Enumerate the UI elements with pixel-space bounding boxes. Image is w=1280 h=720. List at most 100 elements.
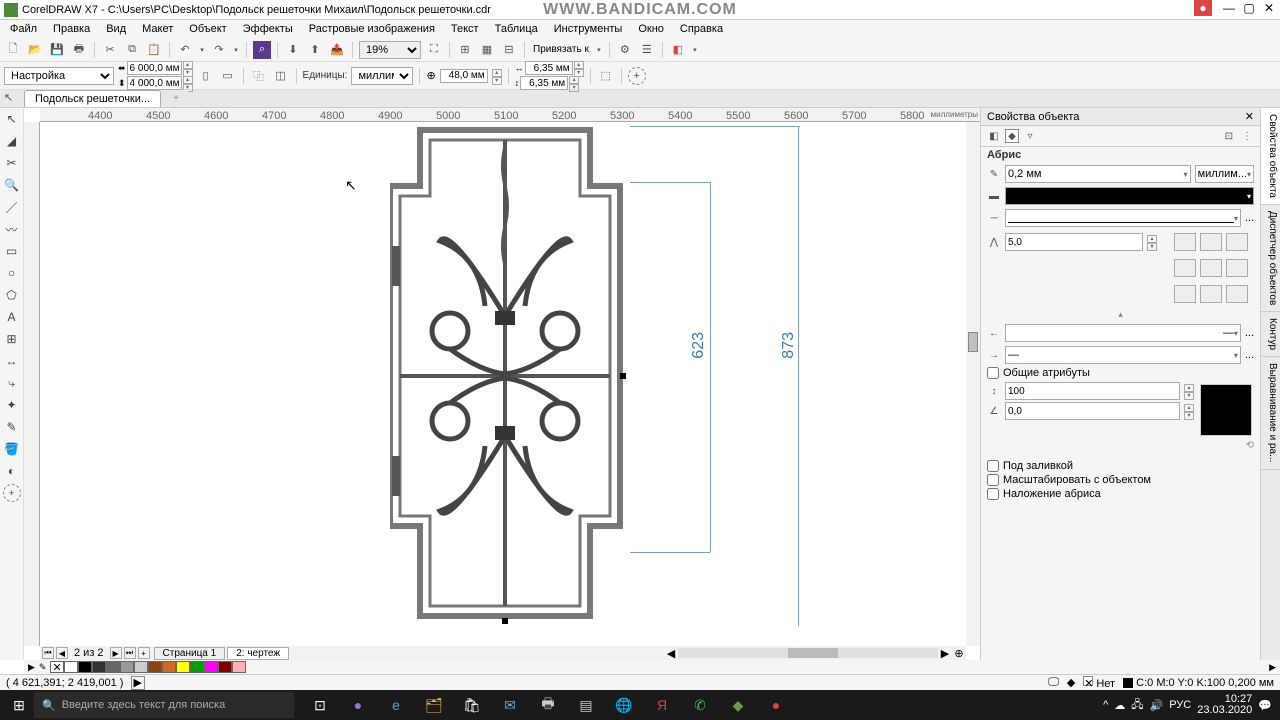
app-purple-icon[interactable]: ● — [340, 692, 376, 718]
tray-net-icon[interactable]: 🖧 — [1131, 696, 1143, 715]
palette-swatch[interactable] — [162, 661, 176, 673]
fill-tab-icon[interactable]: ◧ — [987, 129, 1001, 143]
minimize-button[interactable]: — — [1220, 0, 1238, 16]
canvas[interactable]: ↖ — [40, 122, 966, 646]
panel-close-icon[interactable]: ✕ — [1245, 110, 1254, 123]
effects-tool-icon[interactable]: ✦ — [3, 396, 21, 414]
hscroll-right-icon[interactable]: ▶ — [938, 647, 952, 660]
crop-tool-icon[interactable]: ✂ — [3, 154, 21, 172]
all-pages-icon[interactable]: ⿻ — [250, 67, 268, 85]
palette-swatch[interactable] — [218, 661, 232, 673]
reader-icon[interactable]: ▤ — [568, 692, 604, 718]
page-tab-1[interactable]: Страница 1 — [154, 647, 226, 660]
table-tool-icon[interactable]: ⊞ — [3, 330, 21, 348]
tray-up-icon[interactable]: ^ — [1103, 699, 1108, 711]
new-icon[interactable]: 🗋 — [4, 41, 22, 59]
chrome-icon[interactable]: 🌐 — [606, 692, 642, 718]
corner-2[interactable] — [1200, 233, 1222, 251]
shared-attr-check[interactable] — [987, 367, 999, 379]
palette-swatch[interactable] — [92, 661, 106, 673]
arrow-start[interactable]: —▾ — [1005, 324, 1241, 342]
stretch-value[interactable] — [1005, 382, 1180, 400]
menu-window[interactable]: Окно — [632, 23, 670, 35]
menu-help[interactable]: Справка — [674, 23, 729, 35]
palette-swatch[interactable] — [204, 661, 218, 673]
freehand-tool-icon[interactable]: ／ — [3, 198, 21, 216]
outline-color[interactable]: ▾ — [1005, 187, 1254, 205]
rulers-icon[interactable]: ⊞ — [456, 41, 474, 59]
outline-unit[interactable]: миллим...▾ — [1195, 165, 1254, 183]
guides-icon[interactable]: ⊟ — [500, 41, 518, 59]
vertical-scrollbar[interactable] — [966, 122, 980, 646]
reset-nib-icon[interactable]: ⟲ — [981, 440, 1260, 451]
publish-icon[interactable]: 📤 — [328, 41, 346, 59]
cut-icon[interactable]: ✂ — [101, 41, 119, 59]
outline-style-more[interactable]: ... — [1245, 212, 1254, 224]
explorer-icon[interactable]: 🗂 — [416, 692, 452, 718]
nudge-value[interactable] — [440, 69, 488, 83]
tray-notif-icon[interactable]: 💬 — [1258, 699, 1272, 712]
palette-swatch[interactable] — [120, 661, 134, 673]
angle-value[interactable] — [1005, 402, 1180, 420]
palette-right-icon[interactable]: ▶ — [1269, 662, 1276, 673]
corner-1[interactable] — [1174, 233, 1196, 251]
pos-2[interactable] — [1200, 285, 1222, 303]
connector-tool-icon[interactable]: ⤷ — [3, 374, 21, 392]
dimension-tool-icon[interactable]: ↔ — [3, 352, 21, 370]
scale-with-check[interactable] — [987, 474, 999, 486]
no-color-swatch[interactable]: ✕ — [50, 661, 64, 673]
yandex-icon[interactable]: Я — [644, 692, 680, 718]
text-tool-icon[interactable]: A — [3, 308, 21, 326]
redo-icon[interactable]: ↷ — [210, 41, 228, 59]
outline-tab-icon[interactable]: ◆ — [1005, 129, 1019, 143]
page-height[interactable] — [127, 76, 182, 90]
status-icon-2[interactable]: ◆ — [1067, 676, 1075, 689]
paste-icon[interactable]: 📋 — [145, 41, 163, 59]
miter-limit[interactable] — [1005, 233, 1143, 251]
palette-swatch[interactable] — [64, 661, 78, 673]
eyedropper-tool-icon[interactable]: ✎ — [3, 418, 21, 436]
corner-3[interactable] — [1226, 233, 1248, 251]
close-button[interactable]: ✕ — [1260, 0, 1278, 16]
quick-customize-icon[interactable]: + — [628, 67, 646, 85]
horizontal-ruler[interactable]: 4400450046004700480049005000510052005300… — [40, 108, 980, 122]
app-dd-icon[interactable]: ▾ — [691, 41, 699, 59]
docker-tab-objmgr[interactable]: Диспетчер объектов — [1261, 205, 1280, 312]
zoom-level[interactable]: 19% — [359, 41, 421, 59]
quick-custom-icon[interactable]: + — [3, 484, 21, 502]
search-icon[interactable]: ⌕ — [253, 41, 271, 59]
page-preset[interactable]: Настройка — [4, 67, 114, 85]
add-document-tab[interactable]: + — [163, 90, 189, 107]
app-launcher-icon[interactable]: ◧ — [669, 41, 687, 59]
menu-object[interactable]: Объект — [183, 23, 232, 35]
palette-swatch[interactable] — [190, 661, 204, 673]
options-icon[interactable]: ⚙ — [616, 41, 634, 59]
transparency-tab-icon[interactable]: ▿ — [1023, 129, 1037, 143]
tray-clock[interactable]: 10:2723.03.2020 — [1197, 694, 1252, 716]
palette-pick-icon[interactable]: ✎ — [39, 662, 47, 673]
export-icon[interactable]: ⬆ — [306, 41, 324, 59]
snap-label[interactable]: Привязать к — [531, 44, 591, 55]
panel-menu-icon[interactable]: ⊡ — [1222, 129, 1236, 143]
palette-swatch[interactable] — [134, 661, 148, 673]
outline-tool-icon[interactable]: ◐ — [3, 462, 21, 480]
record-icon[interactable]: ● — [758, 692, 794, 718]
edge-icon[interactable]: e — [378, 692, 414, 718]
store-icon[interactable]: 🛍 — [454, 692, 490, 718]
outline-width[interactable]: 0,2 мм▾ — [1005, 165, 1191, 183]
pick-tool-icon[interactable]: ↖ — [3, 110, 21, 128]
page-first-icon[interactable]: ⏮ — [42, 647, 54, 659]
taskbar-search[interactable]: 🔍Введите здесь текст для поиска — [34, 692, 294, 718]
fullscreen-icon[interactable]: ⛶ — [425, 41, 443, 59]
cap-1[interactable] — [1174, 259, 1196, 277]
play-icon[interactable]: ▶ — [131, 676, 145, 690]
save-icon[interactable]: 💾 — [48, 41, 66, 59]
tray-cloud-icon[interactable]: ☁ — [1114, 699, 1125, 712]
expand-icon[interactable]: ▴ — [981, 307, 1260, 322]
tray-lang[interactable]: РУС — [1169, 699, 1191, 711]
overprint-check[interactable] — [987, 488, 999, 500]
printer-icon[interactable]: 🖶 — [530, 692, 566, 718]
portrait-icon[interactable]: ▯ — [197, 67, 215, 85]
ellipse-tool-icon[interactable]: ○ — [3, 264, 21, 282]
behind-fill-check[interactable] — [987, 460, 999, 472]
